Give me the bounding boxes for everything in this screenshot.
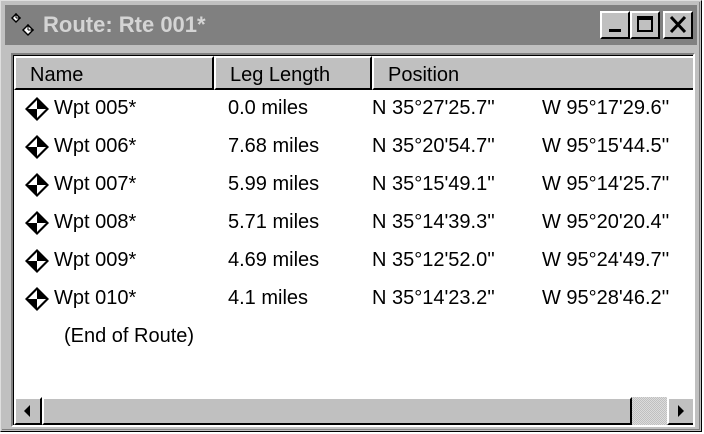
list-item[interactable]: Wpt 006* 7.68 miles N 35°20'54.7'' W 95°15'… (14, 128, 693, 164)
waypoint-name: Wpt 006* (54, 135, 137, 157)
position-latitude: N 35°14'39.3'' (372, 211, 495, 233)
list-item[interactable]: Wpt 007* 5.99 miles N 35°15'49.1'' W 95°14'… (14, 166, 693, 202)
waypoint-name: Wpt 009* (54, 249, 137, 271)
column-header-position[interactable]: Position (372, 56, 693, 90)
arrow-left-icon (24, 405, 30, 417)
position-longitude: W 95°24'49.7'' (542, 249, 670, 271)
position-latitude: N 35°20'54.7'' (372, 135, 495, 157)
end-of-route-label: (End of Route) (64, 325, 195, 347)
waypoint-list[interactable]: Name Leg Length Position Wpt 005* 0.0 mil… (11, 53, 695, 427)
list-item[interactable]: Wpt 005* 0.0 miles N 35°27'25.7'' W 95°17'2… (14, 90, 693, 126)
column-header-leg-length[interactable]: Leg Length (214, 56, 372, 90)
leg-length: 5.99 miles (228, 173, 320, 195)
minimize-icon (609, 29, 621, 32)
position-longitude: W 95°17'29.6'' (542, 97, 670, 119)
scroll-right-button[interactable] (667, 397, 693, 425)
scroll-left-button[interactable] (14, 397, 42, 425)
horizontal-scrollbar[interactable] (14, 397, 693, 425)
close-icon (669, 15, 687, 34)
leg-length: 7.68 miles (228, 135, 320, 157)
waypoint-name: Wpt 010* (54, 287, 137, 309)
position-latitude: N 35°12'52.0'' (372, 249, 495, 271)
route-icon (11, 13, 34, 36)
position-longitude: W 95°15'44.5'' (542, 135, 670, 157)
list-item[interactable]: Wpt 009* 4.69 miles N 35°12'52.0'' W 95°24'… (14, 242, 693, 278)
route-window: Route: Rte 001* Name Leg Length Position… (0, 0, 702, 432)
minimize-button[interactable] (600, 11, 630, 39)
column-header-name[interactable]: Name (14, 56, 214, 90)
arrow-right-icon (678, 405, 684, 417)
leg-length: 0.0 miles (228, 97, 309, 119)
position-longitude: W 95°28'46.2'' (542, 287, 670, 309)
end-of-route-item[interactable]: (End of Route) (14, 318, 693, 354)
maximize-icon (637, 16, 653, 32)
scroll-thumb[interactable] (42, 397, 632, 425)
position-longitude: W 95°14'25.7'' (542, 173, 670, 195)
list-item[interactable]: Wpt 010* 4.1 miles N 35°14'23.2'' W 95°28'4… (14, 280, 693, 316)
title-bar[interactable]: Route: Rte 001* (5, 5, 697, 45)
list-item[interactable]: Wpt 008* 5.71 miles N 35°14'39.3'' W 95°20'… (14, 204, 693, 240)
waypoint-name: Wpt 005* (54, 97, 137, 119)
waypoint-name: Wpt 007* (54, 173, 137, 195)
leg-length: 5.71 miles (228, 211, 320, 233)
maximize-button[interactable] (630, 11, 660, 39)
position-latitude: N 35°15'49.1'' (372, 173, 495, 195)
position-longitude: W 95°20'20.4'' (542, 211, 670, 233)
leg-length: 4.1 miles (228, 287, 309, 309)
list-header: Name Leg Length Position (14, 56, 693, 90)
position-latitude: N 35°14'23.2'' (372, 287, 495, 309)
close-button[interactable] (663, 11, 693, 39)
window-title: Route: Rte 001* (43, 12, 206, 37)
waypoint-name: Wpt 008* (54, 211, 137, 233)
position-latitude: N 35°27'25.7'' (372, 97, 495, 119)
leg-length: 4.69 miles (228, 249, 320, 271)
